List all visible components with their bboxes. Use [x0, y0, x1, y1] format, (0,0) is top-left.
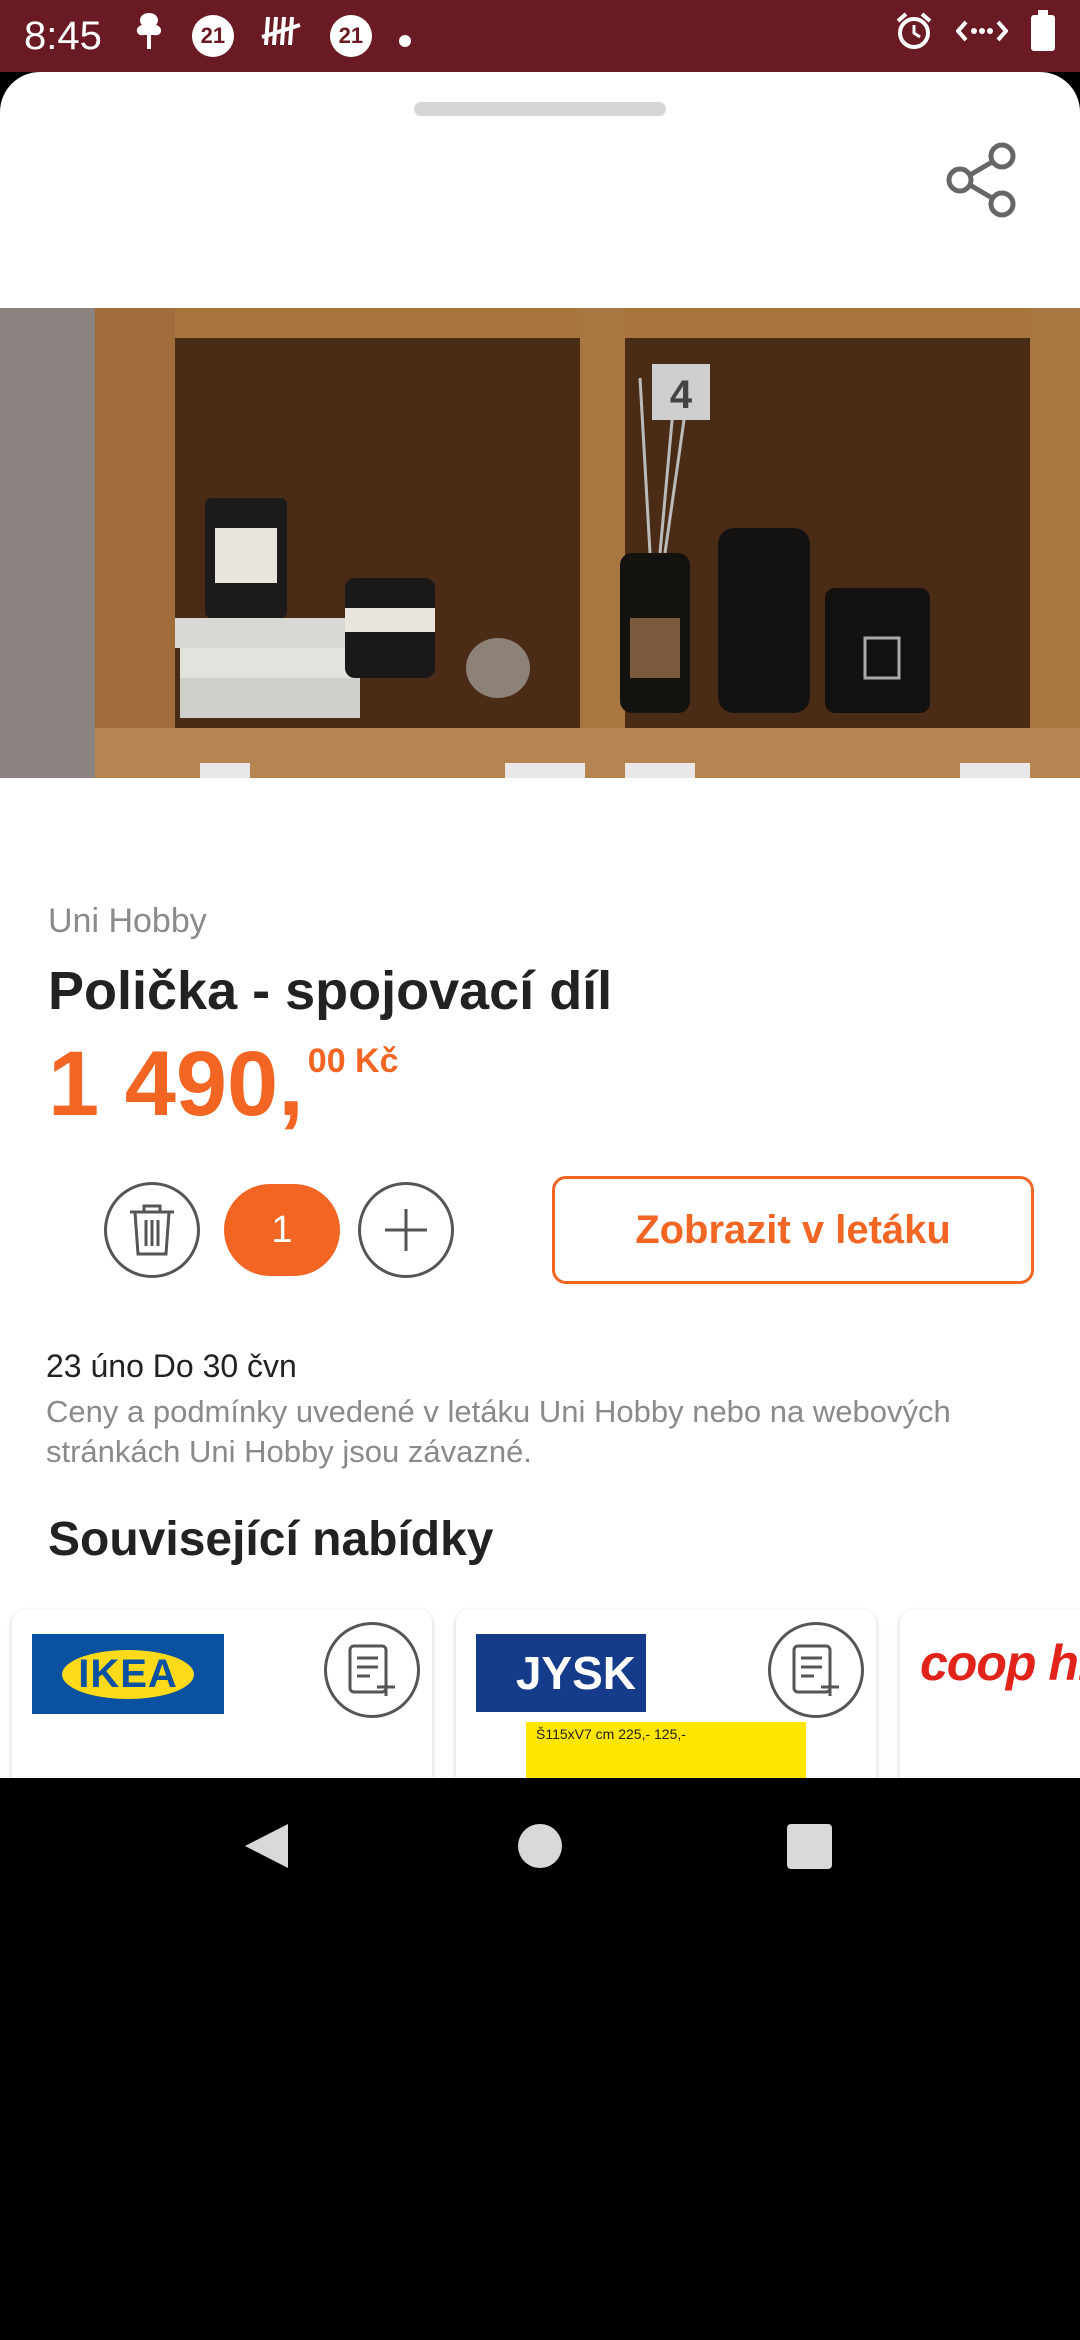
related-offers-title: Související nabídky	[48, 1513, 494, 1566]
add-list-icon	[348, 1644, 395, 1696]
product-detail-sheet: 4 Uni Hobby Polička - spojovací díl 1 49…	[0, 72, 1080, 1778]
recents-button[interactable]	[787, 1824, 832, 1869]
delete-button[interactable]	[104, 1182, 200, 1278]
related-offer-card-coop[interactable]: coop hb	[900, 1610, 1080, 1778]
share-button[interactable]	[940, 138, 1026, 224]
back-button[interactable]	[245, 1824, 288, 1868]
svg-text:4: 4	[670, 373, 693, 417]
alarm-icon	[894, 11, 934, 61]
add-to-list-button[interactable]	[768, 1622, 864, 1718]
status-bar: 8:45 21 21	[0, 0, 1080, 72]
ikea-logo: IKEA	[32, 1634, 224, 1714]
store-name: Uni Hobby	[48, 902, 207, 940]
show-in-leaflet-button[interactable]: Zobrazit v letáku	[552, 1176, 1034, 1284]
tally-icon	[260, 13, 304, 59]
increase-quantity-button[interactable]	[358, 1182, 454, 1278]
quantity-value: 1	[224, 1184, 340, 1276]
coop-logo: coop hb	[920, 1635, 1080, 1691]
status-time: 8:45	[24, 13, 102, 58]
data-saver-icon	[955, 14, 1009, 58]
product-price: 1 490, 00 Kč	[48, 1032, 399, 1138]
home-button[interactable]	[518, 1824, 562, 1868]
related-offer-card-ikea[interactable]: IKEA	[12, 1610, 432, 1778]
price-main: 1 490,	[48, 1033, 304, 1135]
quantity-stepper: 1	[104, 1182, 454, 1278]
badge-21-icon: 21	[329, 15, 372, 57]
dot-icon	[398, 15, 412, 58]
share-icon	[946, 142, 1016, 218]
price-sub: 00 Kč	[307, 1042, 399, 1080]
validity-dates: 23 úno Do 30 čvn	[46, 1348, 297, 1384]
system-nav-bar	[0, 1778, 1080, 1918]
recents-icon	[787, 1824, 832, 1869]
badge-21-icon: 21	[191, 15, 234, 57]
tree-icon	[132, 11, 166, 61]
battery-icon	[1030, 10, 1056, 62]
drag-handle[interactable]	[414, 102, 666, 116]
home-icon	[518, 1824, 562, 1868]
notification-icons: 21 21	[132, 11, 412, 61]
product-title: Polička - spojovací díl	[48, 961, 613, 1021]
trash-icon	[130, 1204, 174, 1256]
add-list-icon	[792, 1644, 839, 1696]
product-image: 4	[0, 308, 1080, 778]
jysk-flyer-preview: Š115xV7 cm 225,- 125,-	[526, 1722, 806, 1778]
related-offer-card-jysk[interactable]: JYSK Š115xV7 cm 225,- 125,-	[456, 1610, 876, 1778]
plus-icon	[385, 1209, 427, 1251]
jysk-logo: JYSK	[476, 1634, 646, 1712]
system-icons	[894, 10, 1056, 62]
add-to-list-button[interactable]	[324, 1622, 420, 1718]
price-disclaimer: Ceny a podmínky uvedené v letáku Uni Hob…	[46, 1394, 951, 1470]
back-icon	[245, 1824, 288, 1868]
